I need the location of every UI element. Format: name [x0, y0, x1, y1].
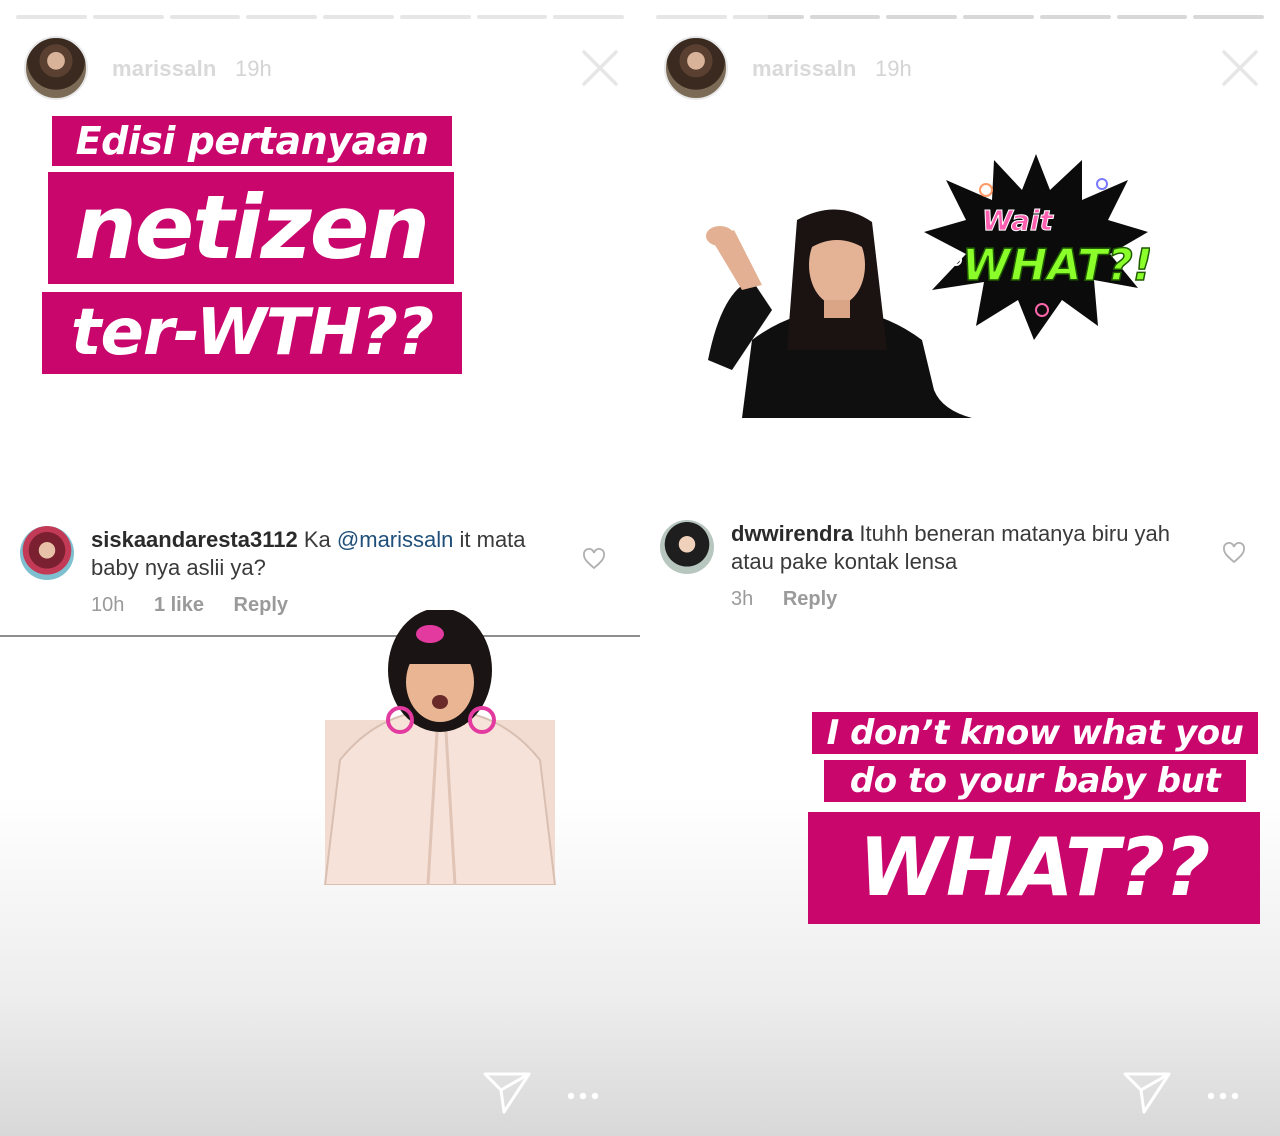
send-icon[interactable] [482, 1066, 532, 1116]
progress-segment [399, 15, 471, 19]
more-icon[interactable] [1206, 1090, 1240, 1102]
progress-segment [809, 15, 881, 19]
story-header: marissaln 19h [664, 36, 1260, 100]
comment-likes[interactable]: 1 like [154, 594, 204, 616]
heart-icon[interactable] [582, 548, 606, 570]
progress-segment [323, 15, 394, 19]
progress-segment [886, 15, 957, 19]
commenter-username[interactable]: dwwirendra [731, 521, 853, 546]
commenter-avatar[interactable] [660, 520, 714, 574]
close-button[interactable] [580, 48, 620, 88]
reaction-sticker-woman [323, 610, 557, 885]
story-panel-left: marissaln 19h Edisi pertanyaan netizen t… [0, 0, 640, 1136]
comment-text: siskaandaresta3112 Ka @marissaln it mata… [91, 526, 551, 582]
story-header: marissaln 19h [24, 36, 620, 100]
comment-meta: 10h 1 like Reply [91, 594, 312, 617]
heart-icon[interactable] [1222, 542, 1246, 564]
caption-line-1: Edisi pertanyaan [52, 116, 452, 166]
story-username[interactable]: marissaln [112, 56, 217, 82]
user-avatar[interactable] [24, 36, 88, 100]
progress-segment [1116, 15, 1188, 19]
sticker-wait-text: Wait [982, 204, 1054, 237]
close-icon [1222, 50, 1258, 86]
progress-segment [169, 15, 241, 19]
user-avatar[interactable] [664, 36, 728, 100]
story-panel-right: marissaln 19h Wait WHAT?! dwwirendra Itu… [640, 0, 1280, 1136]
wait-what-sticker: Wait WHAT?! [924, 154, 1150, 340]
more-icon[interactable] [566, 1090, 600, 1102]
commenter-username[interactable]: siskaandaresta3112 [91, 527, 298, 552]
comment-time: 3h [731, 588, 754, 610]
caption-line-2: do to your baby but [824, 760, 1246, 802]
reply-button[interactable]: Reply [234, 594, 288, 616]
progress-segment [656, 15, 727, 19]
progress-segment [246, 15, 317, 19]
commenter-avatar[interactable] [20, 526, 74, 580]
story-timestamp: 19h [235, 56, 272, 81]
close-icon [582, 50, 618, 86]
progress-segment [476, 15, 548, 19]
caption-line-3: ter-WTH?? [42, 292, 462, 374]
comment-time: 10h [91, 594, 125, 616]
progress-segment [963, 15, 1034, 19]
progress-segment [92, 15, 164, 19]
close-button[interactable] [1220, 48, 1260, 88]
comment-body-start: Ka [303, 527, 331, 552]
progress-segment [1039, 15, 1111, 19]
reply-button[interactable]: Reply [783, 588, 837, 610]
comment-mention[interactable]: @marissaln [337, 527, 453, 552]
progress-segment [16, 15, 87, 19]
comment-meta: 3h Reply [731, 588, 861, 611]
comment-card: dwwirendra Ituhh beneran matanya biru ya… [660, 520, 1260, 620]
sticker-what-text: WHAT?! [962, 240, 1150, 291]
progress-segment [1193, 15, 1264, 19]
story-progress-bar [16, 15, 624, 19]
send-icon[interactable] [1122, 1066, 1172, 1116]
caption-line-1: I don’t know what you [812, 712, 1258, 754]
story-username[interactable]: marissaln [752, 56, 857, 82]
caption-line-2: netizen [48, 172, 454, 284]
story-timestamp: 19h [875, 56, 912, 81]
progress-segment [732, 15, 804, 19]
story-progress-bar [656, 15, 1264, 19]
caption-line-3: WHAT?? [808, 812, 1260, 924]
comment-text: dwwirendra Ituhh beneran matanya biru ya… [731, 520, 1191, 576]
progress-segment [553, 15, 624, 19]
